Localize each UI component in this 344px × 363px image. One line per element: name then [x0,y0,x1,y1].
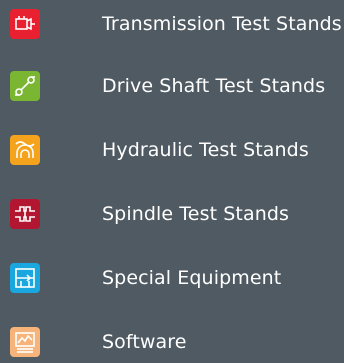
menu-item-special-equipment[interactable]: Special Equipment [0,254,344,302]
menu-item-label: Transmission Test Stands [102,13,342,35]
menu-item-drive-shaft[interactable]: Drive Shaft Test Stands [0,62,344,110]
menu-item-hydraulic[interactable]: Hydraulic Test Stands [0,126,344,174]
hydraulic-icon [10,135,40,165]
menu-item-label: Hydraulic Test Stands [102,139,309,161]
spindle-icon [10,199,40,229]
menu-item-transmission[interactable]: Transmission Test Stands [0,0,344,48]
menu-item-software[interactable]: Software [0,318,344,363]
special-equipment-icon [10,263,40,293]
menu-item-spindle[interactable]: Spindle Test Stands [0,190,344,238]
software-icon [10,327,40,357]
drive-shaft-icon [10,71,40,101]
menu-item-label: Drive Shaft Test Stands [102,75,326,97]
transmission-icon [10,9,40,39]
menu-item-label: Spindle Test Stands [102,203,290,225]
test-stand-menu: Transmission Test Stands Drive Shaft Tes… [0,0,344,363]
menu-item-label: Special Equipment [102,267,282,289]
menu-item-label: Software [102,331,187,353]
